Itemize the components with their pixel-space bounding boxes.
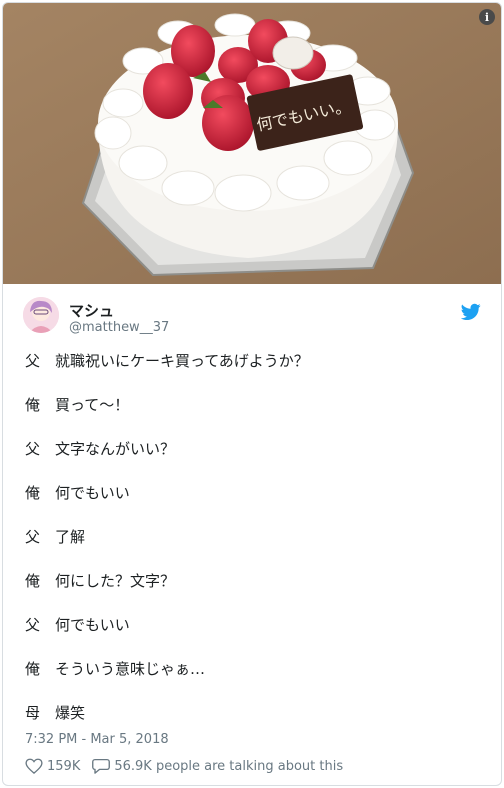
avatar[interactable] bbox=[23, 297, 59, 333]
tweet-photo[interactable]: 何でもいい。 bbox=[3, 3, 501, 284]
speaker: 父 bbox=[25, 440, 41, 458]
tweet-text: 父就職祝いにケーキ買ってあげようか？ 俺買って〜！ 父文字なんがいい？ 俺何でも… bbox=[25, 351, 309, 747]
talking-count: 56.9K people are talking about this bbox=[114, 758, 344, 774]
speaker: 俺 bbox=[25, 660, 41, 678]
like-count: 159K bbox=[47, 758, 81, 774]
talking-link[interactable]: 56.9K people are talking about this bbox=[92, 758, 343, 774]
speaker: 父 bbox=[25, 352, 41, 370]
line-text: そういう意味じゃぁ… bbox=[55, 660, 206, 678]
author-name[interactable]: マシュ bbox=[69, 300, 114, 321]
line-text: 何にした？文字？ bbox=[55, 572, 176, 590]
embedded-tweet-card[interactable]: 何でもいい。 i マシュ @matthew__37 父就職祝いにケーキ買ってあげ… bbox=[2, 2, 502, 786]
like-button[interactable]: 159K bbox=[25, 758, 80, 774]
dialogue-line: 父了解 bbox=[25, 527, 309, 571]
tweet-actions: 159K 56.9K people are talking about this bbox=[25, 758, 355, 774]
line-text: 就職祝いにケーキ買ってあげようか？ bbox=[55, 352, 309, 370]
dialogue-line: 俺何でもいい bbox=[25, 483, 309, 527]
speaker: 俺 bbox=[25, 572, 41, 590]
speaker: 父 bbox=[25, 616, 41, 634]
speech-bubble-icon bbox=[92, 758, 111, 774]
line-text: 爆笑 bbox=[55, 704, 86, 722]
dialogue-line: 父何でもいい bbox=[25, 615, 309, 659]
author-handle[interactable]: @matthew__37 bbox=[69, 320, 169, 335]
speaker: 父 bbox=[25, 528, 41, 546]
heart-icon bbox=[25, 758, 43, 774]
tweet-timestamp[interactable]: 7:32 PM - Mar 5, 2018 bbox=[25, 732, 169, 747]
dialogue-line: 俺買って〜！ bbox=[25, 395, 309, 439]
speaker: 母 bbox=[25, 704, 41, 722]
speaker: 俺 bbox=[25, 396, 41, 414]
dialogue-line: 父文字なんがいい？ bbox=[25, 439, 309, 483]
line-text: 何でもいい bbox=[55, 484, 130, 502]
dialogue-line: 父就職祝いにケーキ買ってあげようか？ bbox=[25, 351, 309, 395]
speaker: 俺 bbox=[25, 484, 41, 502]
dialogue-line: 俺何にした？文字？ bbox=[25, 571, 309, 615]
info-icon[interactable]: i bbox=[479, 9, 495, 25]
line-text: 買って〜！ bbox=[55, 396, 130, 414]
tweet-header: マシュ @matthew__37 bbox=[23, 297, 483, 337]
dialogue-line: 俺そういう意味じゃぁ… bbox=[25, 659, 309, 703]
line-text: 了解 bbox=[55, 528, 86, 546]
line-text: 何でもいい bbox=[55, 616, 130, 634]
twitter-bird-icon[interactable] bbox=[461, 303, 481, 321]
line-text: 文字なんがいい？ bbox=[55, 440, 176, 458]
